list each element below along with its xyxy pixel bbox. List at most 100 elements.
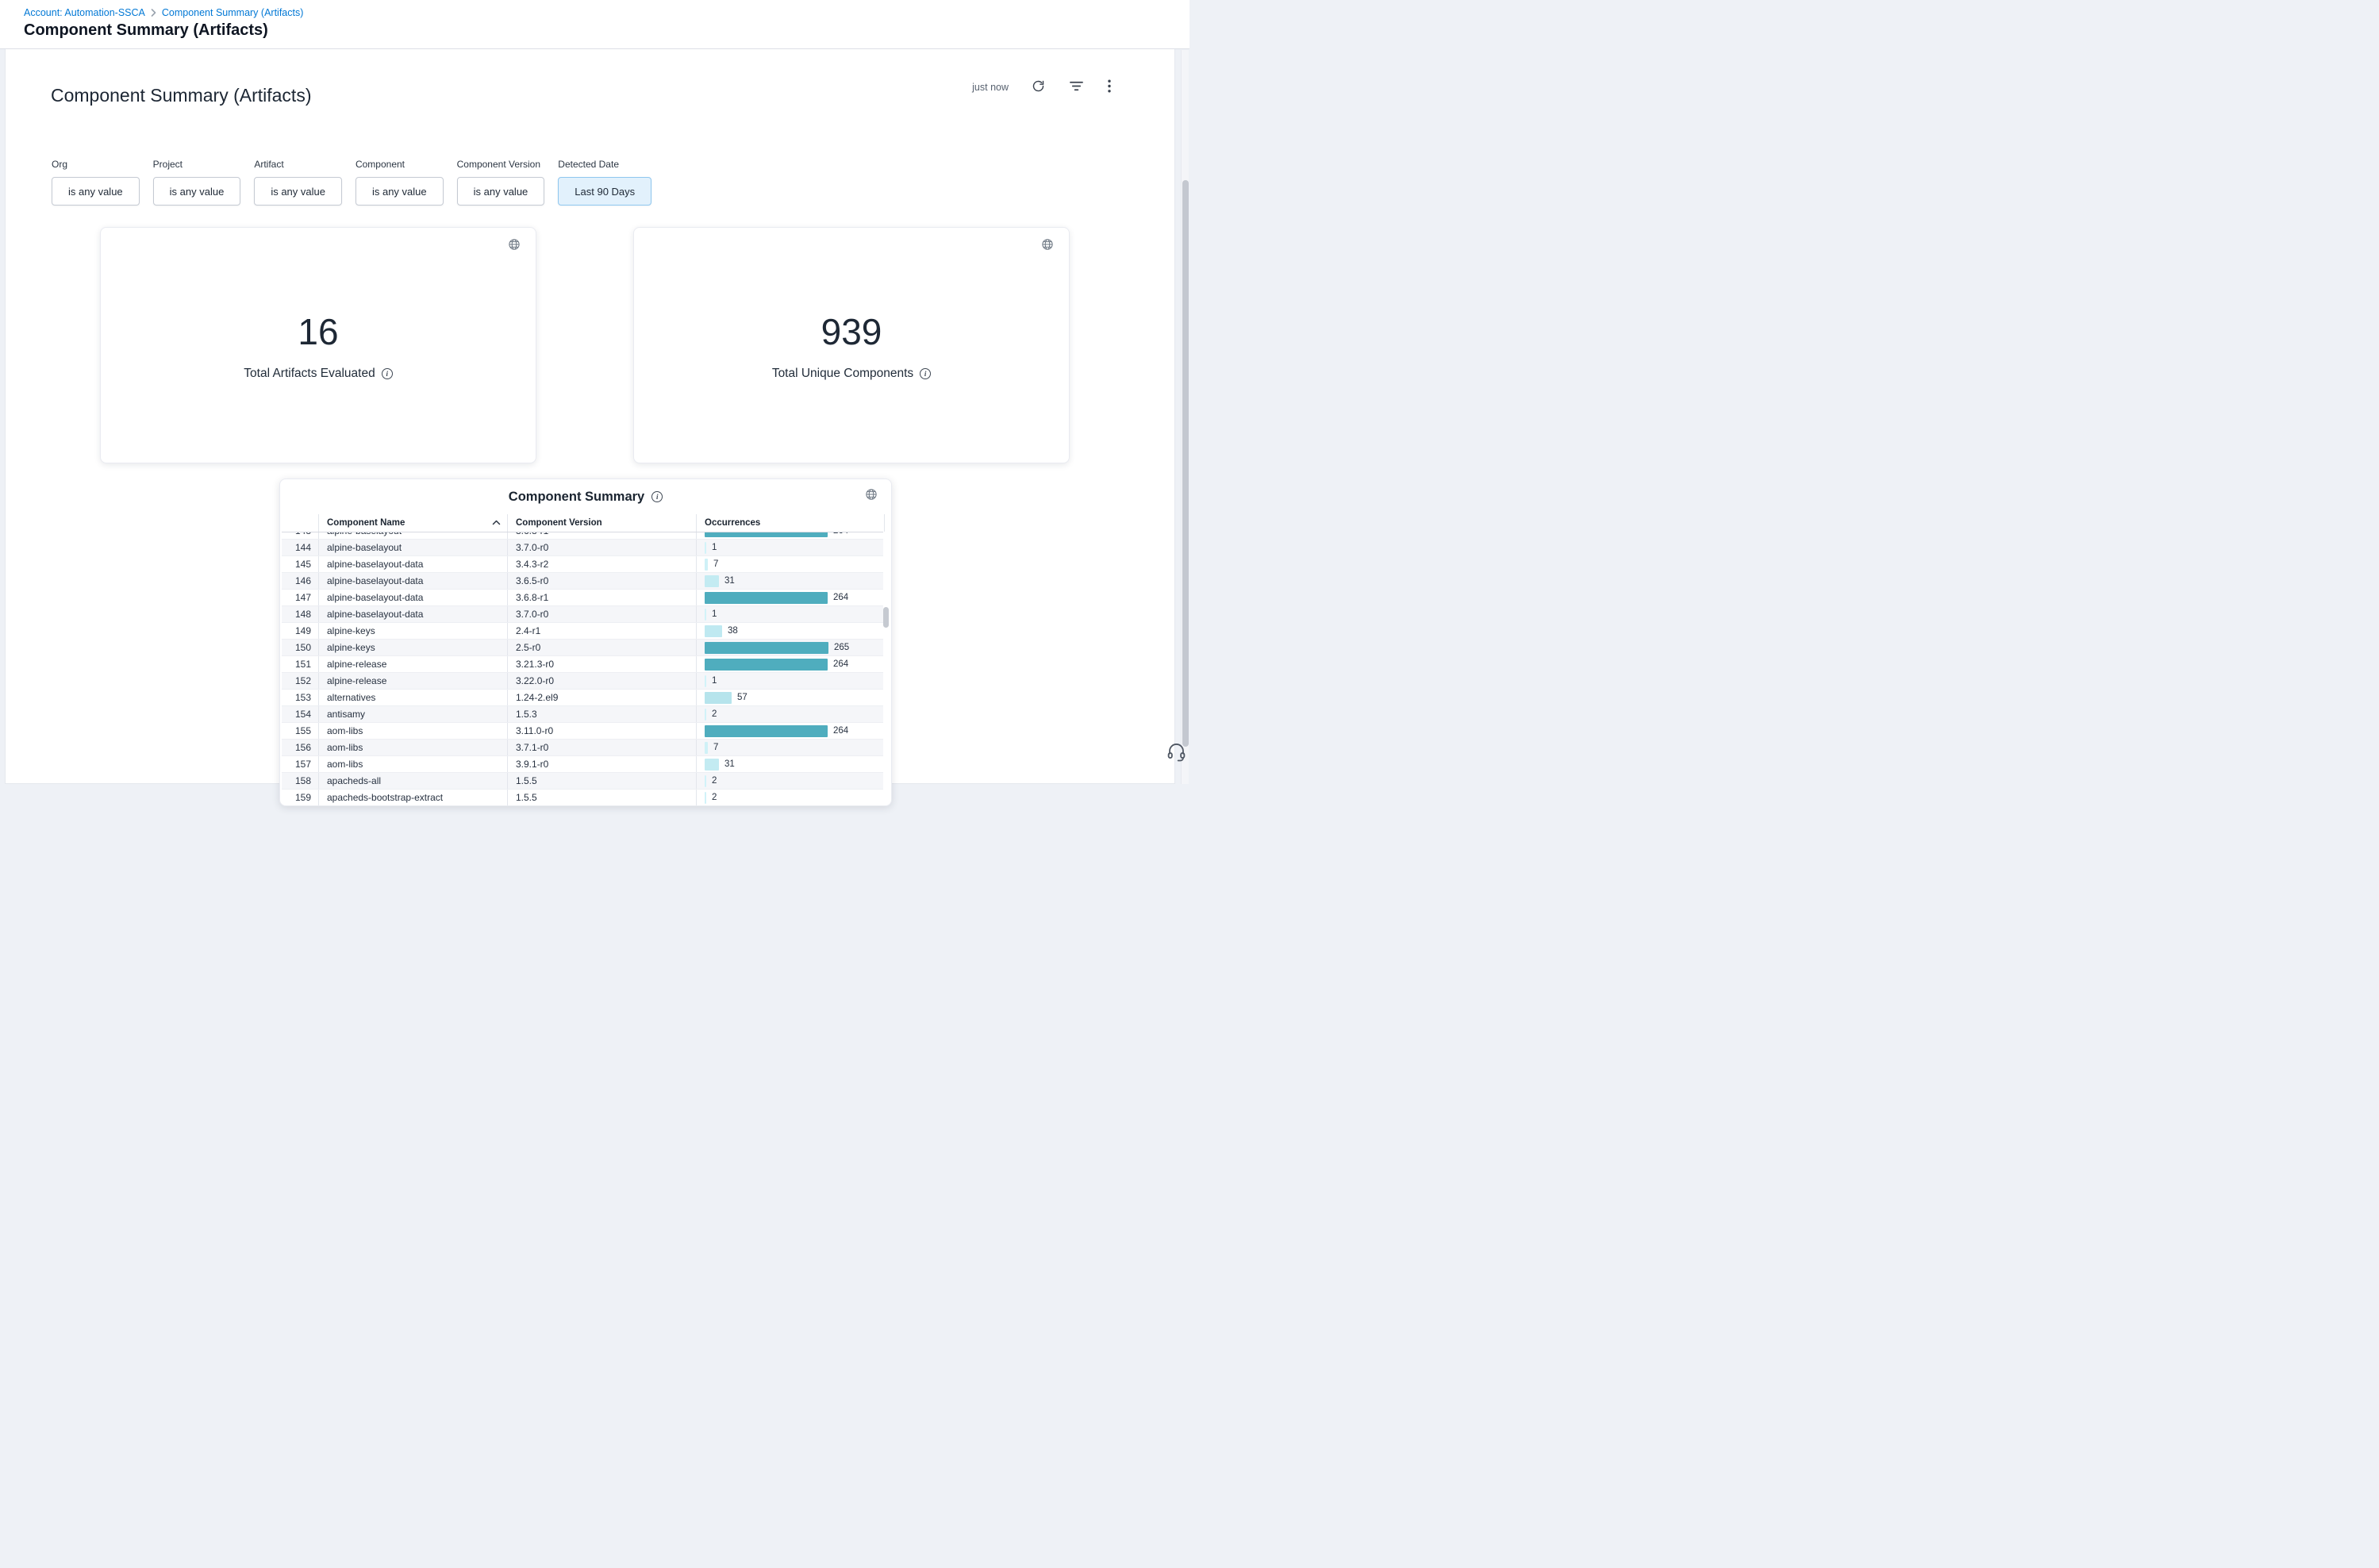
- occurrences-cell: 264: [696, 723, 883, 739]
- component-name-cell: alpine-baselayout-data: [318, 573, 507, 589]
- breadcrumb-account-link[interactable]: Account: Automation-SSCA: [24, 7, 145, 18]
- component-name-cell: alpine-release: [318, 656, 507, 672]
- component-version-cell: 3.4.3-r2: [507, 556, 696, 572]
- table-row: 156 aom-libs 3.7.1-r0 7: [282, 740, 883, 756]
- occurrence-count: 264: [833, 659, 848, 669]
- more-options-button[interactable]: [1106, 78, 1113, 97]
- table-row: 152 alpine-release 3.22.0-r0 1: [282, 673, 883, 690]
- occurrence-bar: [705, 575, 719, 587]
- component-version-cell: 3.7.0-r0: [507, 540, 696, 555]
- component-version-cell: 2.5-r0: [507, 640, 696, 655]
- component-version-cell: 3.11.0-r0: [507, 723, 696, 739]
- occurrences-cell: 264: [696, 532, 883, 539]
- table-row: 155 aom-libs 3.11.0-r0 264: [282, 723, 883, 740]
- filter-label: Org: [52, 159, 140, 170]
- page-scrollbar-thumb[interactable]: [1182, 180, 1189, 747]
- row-number: 149: [282, 625, 318, 636]
- table-scrollbar-thumb[interactable]: [883, 607, 889, 628]
- row-number: 151: [282, 659, 318, 670]
- row-number: 150: [282, 642, 318, 653]
- table-row: 145 alpine-baselayout-data 3.4.3-r2 7: [282, 556, 883, 573]
- row-number: 156: [282, 742, 318, 753]
- component-version-cell: 1.5.5: [507, 773, 696, 789]
- column-header-component-version[interactable]: Component Version: [507, 514, 696, 532]
- last-refreshed-text: just now: [972, 82, 1009, 93]
- info-icon[interactable]: [382, 368, 393, 379]
- filter-button[interactable]: [1068, 79, 1085, 96]
- row-number: 144: [282, 542, 318, 553]
- component-name-cell: antisamy: [318, 706, 507, 722]
- globe-icon[interactable]: [863, 486, 879, 505]
- table-row: 143 alpine-baselayout 3.6.8-r1 264: [282, 532, 883, 540]
- occurrence-bar: [705, 759, 719, 771]
- column-header-component-name[interactable]: Component Name: [318, 514, 507, 532]
- occurrence-bar: [705, 742, 708, 754]
- component-version-cell: 1.5.3: [507, 706, 696, 722]
- component-name-cell: apacheds-all: [318, 773, 507, 789]
- info-icon[interactable]: [651, 491, 663, 502]
- filter-value-button[interactable]: is any value: [52, 177, 140, 206]
- occurrences-cell: 2: [696, 706, 883, 722]
- filter-org: Org is any value: [52, 159, 140, 206]
- column-header-occurrences[interactable]: Occurrences: [696, 514, 885, 532]
- component-name-cell: aom-libs: [318, 756, 507, 772]
- component-name-cell: alpine-release: [318, 673, 507, 689]
- component-version-cell: 3.9.1-r0: [507, 756, 696, 772]
- component-version-cell: 3.6.8-r1: [507, 590, 696, 605]
- page-scrollbar[interactable]: [1181, 50, 1189, 784]
- filter-component-version: Component Version is any value: [457, 159, 545, 206]
- occurrence-count: 7: [713, 559, 718, 569]
- breadcrumb: Account: Automation-SSCA Component Summa…: [24, 7, 1190, 18]
- table-scrollbar[interactable]: [883, 534, 889, 801]
- component-version-cell: 3.7.0-r0: [507, 606, 696, 622]
- occurrence-bar: [705, 792, 706, 804]
- occurrences-cell: 1: [696, 540, 883, 555]
- table-row: 150 alpine-keys 2.5-r0 265: [282, 640, 883, 656]
- column-label: Component Version: [516, 518, 602, 528]
- occurrence-count: 2: [712, 776, 717, 786]
- occurrences-cell: 264: [696, 590, 883, 605]
- table-row: 149 alpine-keys 2.4-r1 38: [282, 623, 883, 640]
- occurrence-count: 2: [712, 709, 717, 719]
- headset-icon: [1166, 753, 1187, 765]
- occurrence-count: 1: [712, 676, 717, 686]
- globe-icon[interactable]: [1040, 236, 1055, 255]
- occurrence-count: 264: [833, 726, 848, 736]
- occurrences-cell: 57: [696, 690, 883, 705]
- occurrence-bar: [705, 775, 706, 787]
- row-number: 153: [282, 692, 318, 703]
- table-header-row: Component Name Component Version Occurre…: [282, 514, 883, 532]
- occurrences-cell: 1: [696, 606, 883, 622]
- filter-value-button[interactable]: is any value: [457, 177, 545, 206]
- globe-icon[interactable]: [506, 236, 522, 255]
- dashboard-controls: just now: [972, 78, 1113, 97]
- occurrence-count: 1: [712, 609, 717, 619]
- occurrences-cell: 7: [696, 556, 883, 572]
- filter-value-button[interactable]: is any value: [356, 177, 444, 206]
- occurrences-cell: 31: [696, 756, 883, 772]
- component-name-cell: alpine-baselayout: [318, 532, 507, 539]
- filter-value-button[interactable]: is any value: [254, 177, 342, 206]
- top-header-bar: Account: Automation-SSCA Component Summa…: [0, 0, 1190, 49]
- filter-component: Component is any value: [356, 159, 444, 206]
- table-row: 144 alpine-baselayout 3.7.0-r0 1: [282, 540, 883, 556]
- support-button[interactable]: [1166, 741, 1187, 765]
- occurrence-count: 38: [728, 626, 738, 636]
- filter-bar: Org is any value Project is any value Ar…: [52, 159, 651, 206]
- breadcrumb-current-link[interactable]: Component Summary (Artifacts): [162, 7, 304, 18]
- page-title: Component Summary (Artifacts): [24, 21, 1190, 40]
- refresh-button[interactable]: [1030, 78, 1047, 97]
- occurrences-cell: 1: [696, 673, 883, 689]
- occurrence-count: 7: [713, 743, 718, 752]
- component-name-cell: aom-libs: [318, 723, 507, 739]
- filter-value-button[interactable]: is any value: [153, 177, 241, 206]
- refresh-icon: [1032, 79, 1045, 95]
- table-title: Component Summary: [509, 490, 644, 505]
- component-version-cell: 3.21.3-r0: [507, 656, 696, 672]
- filter-value-button[interactable]: Last 90 Days: [558, 177, 651, 206]
- occurrence-bar: [705, 642, 828, 654]
- info-icon[interactable]: [920, 368, 931, 379]
- row-number: 143: [282, 532, 318, 536]
- stat-cards-row: 16 Total Artifacts Evaluated 939 Total U…: [100, 227, 1070, 463]
- occurrences-cell: 264: [696, 656, 883, 672]
